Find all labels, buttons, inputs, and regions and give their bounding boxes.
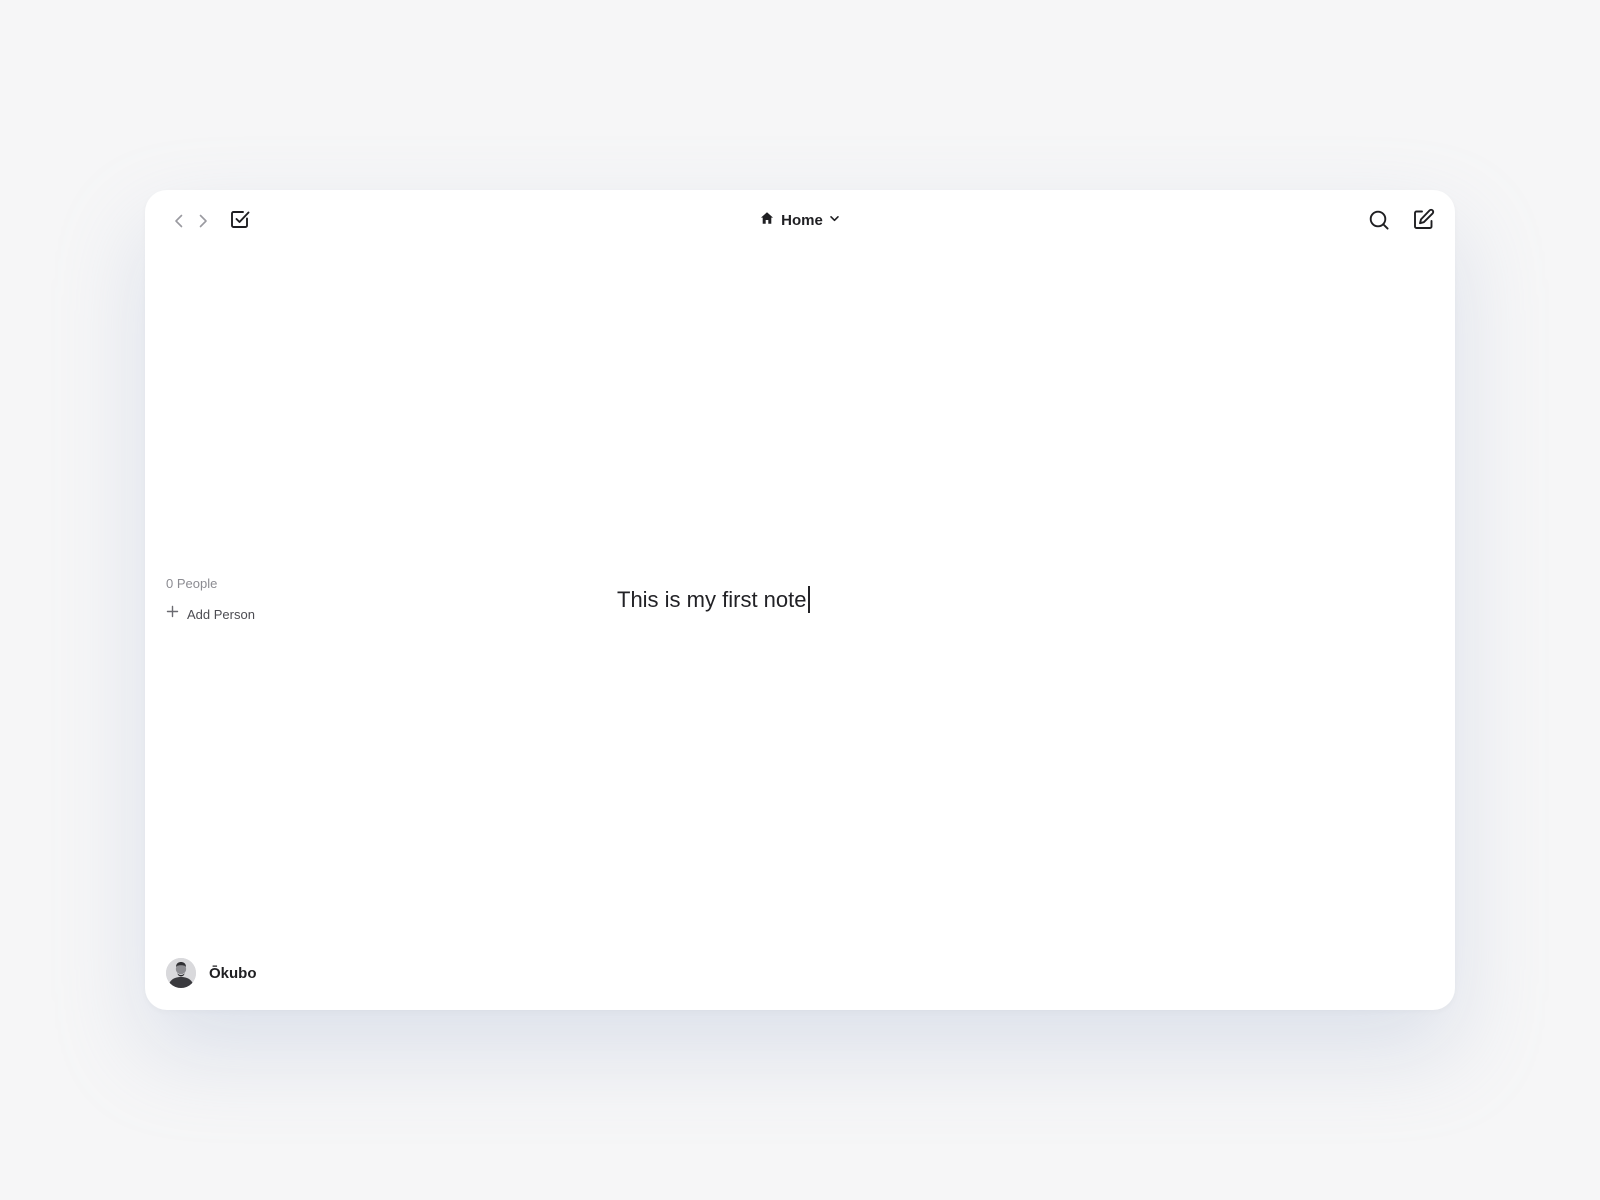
back-button[interactable] [167, 209, 191, 233]
user-profile[interactable]: Ōkubo [166, 958, 257, 988]
location-label: Home [781, 211, 823, 229]
add-person-button[interactable]: Add Person [166, 605, 255, 623]
people-panel: 0 People Add Person [166, 576, 255, 623]
plus-icon [166, 605, 179, 623]
chevron-down-icon [829, 211, 840, 229]
user-name: Ōkubo [209, 964, 257, 982]
forward-button[interactable] [191, 209, 215, 233]
checkbox-icon [229, 208, 251, 235]
people-count: 0 People [166, 576, 218, 591]
location-switcher[interactable]: Home [740, 208, 860, 232]
compose-icon [1412, 208, 1435, 236]
note-text: This is my first note [617, 586, 807, 612]
navigation-controls [167, 208, 253, 234]
add-person-label: Add Person [187, 606, 255, 622]
home-icon [760, 211, 774, 230]
tasks-button[interactable] [227, 208, 253, 234]
new-note-button[interactable] [1409, 208, 1437, 236]
app-window: Home 0 People Add Person This is my firs… [145, 190, 1455, 1010]
search-button[interactable] [1365, 208, 1393, 236]
search-icon [1368, 209, 1390, 236]
toolbar-actions [1365, 208, 1437, 236]
chevron-right-icon [196, 213, 210, 229]
chevron-left-icon [172, 213, 186, 229]
avatar [166, 958, 196, 988]
text-caret [808, 586, 811, 613]
note-editor[interactable]: This is my first note [617, 586, 811, 613]
